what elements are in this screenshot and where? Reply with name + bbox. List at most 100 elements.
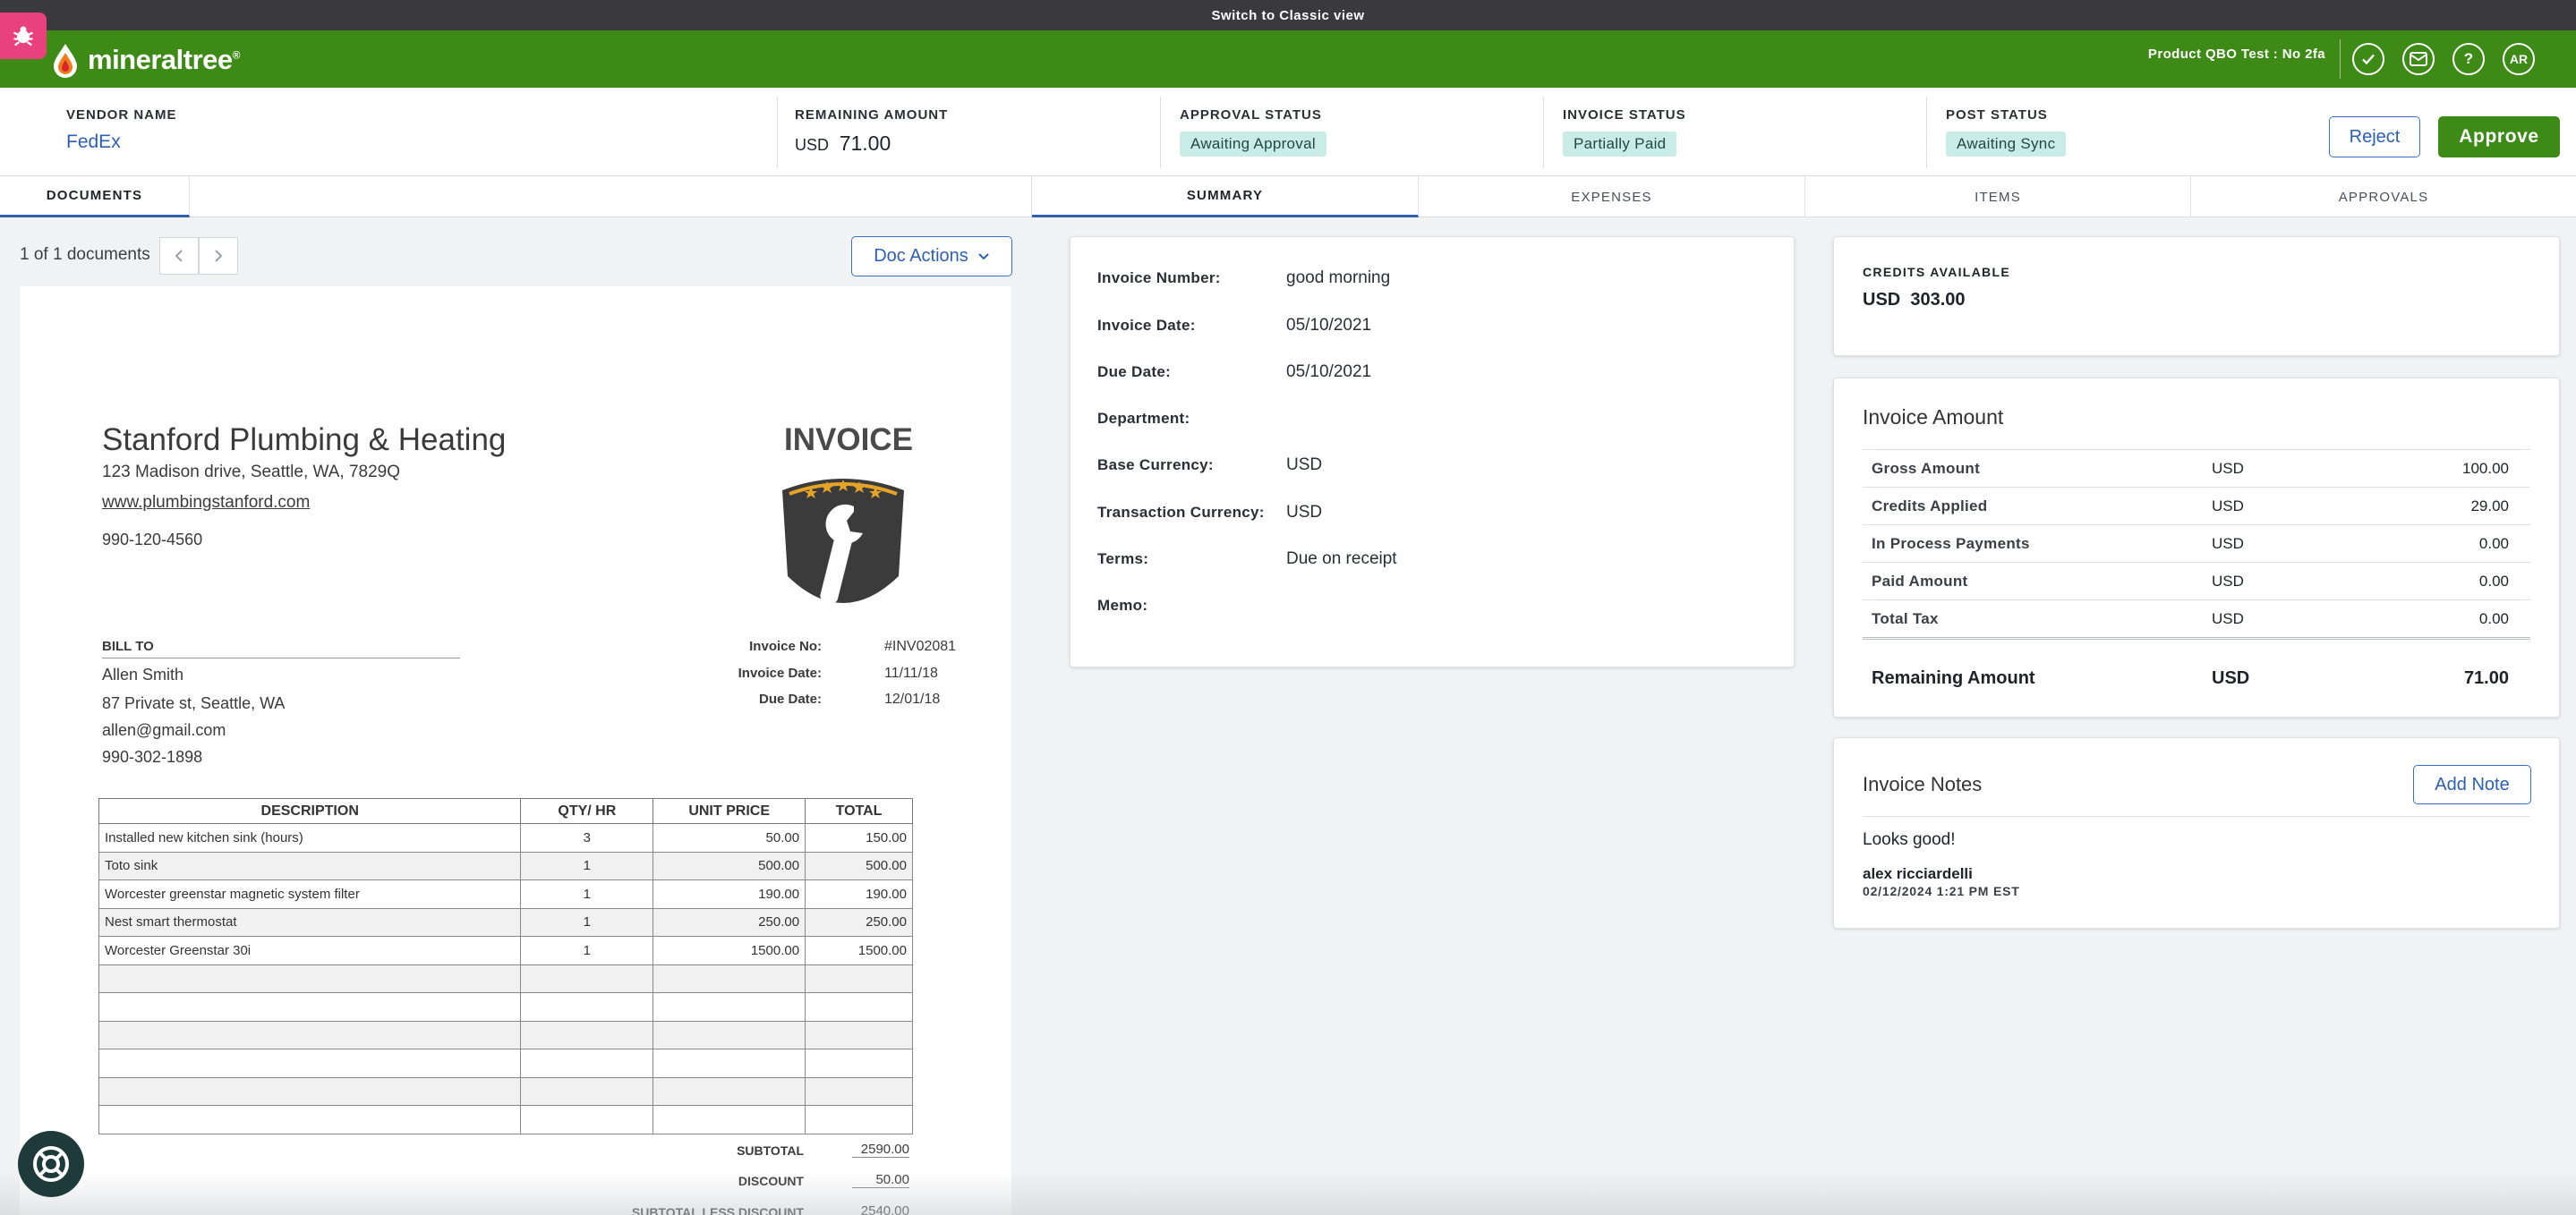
- due-date-value: 12/01/18: [884, 692, 941, 707]
- logo-drop-icon: [54, 44, 77, 78]
- remaining-amount-value: USD 71.00: [795, 132, 891, 155]
- reject-button[interactable]: Reject: [2329, 116, 2420, 157]
- column-header: QTY/ HR: [520, 798, 654, 824]
- table-row: Nest smart thermostat 1 250.00 250.00: [98, 907, 913, 937]
- divider: [777, 97, 778, 168]
- amount-value: 29.00: [2470, 497, 2509, 514]
- invoice-line-items-table: DESCRIPTION QTY/ HR UNIT PRICE TOTAL Ins…: [98, 798, 913, 1134]
- invoice-date-value: 05/10/2021: [1286, 316, 1372, 335]
- invoice-company-name: Stanford Plumbing & Heating: [102, 422, 507, 457]
- invoice-number-label: Invoice Number:: [1097, 269, 1221, 286]
- add-note-button[interactable]: Add Note: [2413, 765, 2531, 804]
- discount-value: 50.00: [852, 1172, 909, 1188]
- vendor-name-label: VENDOR NAME: [66, 107, 177, 123]
- amount-row-paid: Paid Amount USD 0.00: [1863, 562, 2530, 599]
- doc-actions-dropdown[interactable]: Doc Actions: [851, 236, 1012, 276]
- table-cell: 1: [520, 879, 654, 909]
- previous-document-button[interactable]: [159, 237, 199, 275]
- divider: [1926, 97, 1927, 168]
- support-lifebuoy-button[interactable]: [18, 1131, 84, 1197]
- transaction-currency-label: Transaction Currency:: [1097, 504, 1265, 521]
- switch-classic-link[interactable]: Switch to Classic view: [0, 0, 2576, 30]
- table-cell: 150.00: [805, 823, 913, 853]
- next-document-button[interactable]: [199, 237, 238, 275]
- amount-row-total-tax: Total Tax USD 0.00: [1863, 599, 2530, 637]
- amount-label: In Process Payments: [1872, 534, 2030, 552]
- header-divider: [2340, 39, 2341, 79]
- invoice-document-preview[interactable]: Stanford Plumbing & Heating INVOICE 123 …: [20, 286, 1011, 1215]
- post-status-badge: Awaiting Sync: [1946, 132, 2067, 157]
- table-row: Worcester greenstar magnetic system filt…: [98, 879, 913, 909]
- amount-row-credits-applied: Credits Applied USD 29.00: [1863, 487, 2530, 524]
- tab-items[interactable]: ITEMS: [1805, 176, 2191, 217]
- table-row-empty: [98, 1049, 913, 1078]
- amount-value: 100.00: [2462, 459, 2509, 477]
- table-cell: 500.00: [805, 851, 913, 880]
- amount-currency: USD: [2212, 609, 2244, 627]
- check-circle-icon[interactable]: [2352, 43, 2384, 75]
- approval-status-section: APPROVAL STATUS Awaiting Approval: [1180, 88, 1326, 176]
- table-cell: Nest smart thermostat: [98, 907, 522, 937]
- amount-label: Total Tax: [1872, 609, 1939, 627]
- amount-label: Credits Applied: [1872, 497, 1988, 514]
- table-row: Installed new kitchen sink (hours) 3 50.…: [98, 823, 913, 853]
- approval-status-badge: Awaiting Approval: [1180, 132, 1326, 157]
- divider: [1863, 637, 2530, 640]
- subtotal-less-discount-label: SUBTOTAL LESS DISCOUNT: [631, 1205, 804, 1215]
- org-name[interactable]: Product QBO Test : No 2fa: [2148, 47, 2325, 62]
- remaining-amount-label: REMAINING AMOUNT: [795, 107, 949, 123]
- table-row-empty: [98, 992, 913, 1022]
- table-cell: Worcester Greenstar 30i: [98, 936, 522, 965]
- note-text: Looks good!: [1863, 830, 1956, 849]
- table-cell: 1: [520, 907, 654, 937]
- table-row: Toto sink 1 500.00 500.00: [98, 851, 913, 880]
- amount-row-in-process: In Process Payments USD 0.00: [1863, 524, 2530, 562]
- avatar[interactable]: AR: [2503, 43, 2535, 75]
- column-header: TOTAL: [805, 798, 913, 824]
- mail-icon[interactable]: [2402, 43, 2435, 75]
- amount-row-gross: Gross Amount USD 100.00: [1863, 449, 2530, 487]
- invoice-amount-title: Invoice Amount: [1863, 405, 2004, 429]
- terms-label: Terms:: [1097, 550, 1149, 567]
- tab-expenses[interactable]: EXPENSES: [1419, 176, 1805, 217]
- invoice-date-value: 11/11/18: [884, 666, 938, 681]
- invoice-no-label: Invoice No:: [749, 639, 822, 654]
- tab-approvals[interactable]: APPROVALS: [2191, 176, 2576, 217]
- table-cell: 3: [520, 823, 654, 853]
- approve-button[interactable]: Approve: [2438, 116, 2560, 157]
- tab-documents[interactable]: DOCUMENTS: [0, 176, 190, 217]
- due-date-label: Due Date:: [758, 692, 822, 707]
- vendor-name-link[interactable]: FedEx: [66, 132, 177, 153]
- amount-currency: USD: [2212, 497, 2244, 514]
- bill-to-address: 87 Private st, Seattle, WA: [102, 694, 286, 712]
- discount-label: DISCOUNT: [738, 1174, 804, 1188]
- bill-to-label: BILL TO: [102, 639, 460, 658]
- tab-summary[interactable]: SUMMARY: [1032, 176, 1419, 217]
- vendor-name-section: VENDOR NAME FedEx: [66, 88, 177, 176]
- table-cell: 250.00: [805, 907, 913, 937]
- mineraltree-logo[interactable]: mineraltree®: [50, 41, 241, 79]
- credits-available-value: USD 303.00: [1863, 290, 1966, 310]
- amount-currency: USD: [2212, 572, 2244, 590]
- help-icon[interactable]: ?: [2452, 43, 2485, 75]
- document-count: 1 of 1 documents: [20, 245, 150, 264]
- terms-value: Due on receipt: [1286, 549, 1397, 568]
- remaining-amount-total: 71.00: [2463, 667, 2509, 688]
- invoice-company-phone: 990-120-4560: [102, 531, 203, 548]
- remaining-amount-currency: USD: [2212, 667, 2250, 688]
- invoice-date-label: Invoice Date:: [1097, 317, 1196, 334]
- bill-to-phone: 990-302-1898: [102, 748, 203, 766]
- post-status-label: POST STATUS: [1946, 107, 2048, 123]
- table-cell: 50.00: [653, 823, 806, 853]
- table-cell: Toto sink: [98, 851, 522, 880]
- lifebuoy-icon: [33, 1146, 69, 1182]
- bug-report-icon[interactable]: [0, 13, 47, 59]
- table-row-empty: [98, 1076, 913, 1106]
- subtotal-less-discount-value: 2540.00: [852, 1203, 909, 1215]
- invoice-status-label: INVOICE STATUS: [1563, 107, 1686, 123]
- invoice-company-website: www.plumbingstanford.com: [102, 493, 311, 512]
- amount-label: Paid Amount: [1872, 572, 1968, 590]
- due-date-label: Due Date:: [1097, 363, 1172, 380]
- amount-currency: USD: [2212, 534, 2244, 552]
- table-row: Worcester Greenstar 30i 1 1500.00 1500.0…: [98, 936, 913, 965]
